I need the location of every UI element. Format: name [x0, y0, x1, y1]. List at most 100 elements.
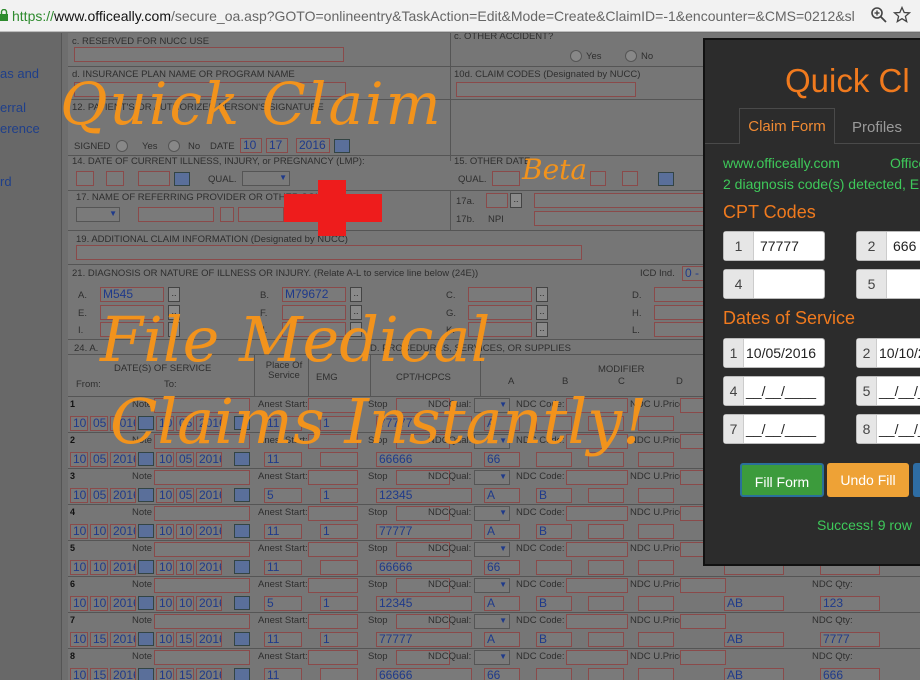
from-day[interactable]: 10	[90, 524, 108, 539]
anest-start-input[interactable]	[308, 506, 358, 521]
modifier-c-input[interactable]	[588, 524, 624, 539]
calendar-icon[interactable]	[234, 632, 250, 646]
box17-mi[interactable]	[220, 207, 234, 222]
to-day[interactable]: 05	[176, 488, 194, 503]
sidebar-link-3[interactable]: erence	[0, 121, 40, 136]
ndc-qual-select[interactable]	[474, 650, 510, 665]
note-input[interactable]	[154, 650, 250, 665]
box15-qual[interactable]	[492, 171, 520, 186]
from-day[interactable]: 15	[90, 632, 108, 647]
box17a-id[interactable]	[534, 193, 704, 208]
date-field-1[interactable]: 1 10/05/2016	[723, 338, 825, 368]
bookmark-star-icon[interactable]	[893, 6, 911, 24]
from-month[interactable]: 10	[70, 524, 88, 539]
url-text[interactable]: https://www.officeally.com/secure_oa.asp…	[12, 8, 864, 24]
cpt-field-4[interactable]: 4	[723, 269, 825, 299]
charges-input[interactable]: 666	[820, 668, 880, 680]
from-month[interactable]: 10	[70, 632, 88, 647]
to-month[interactable]: 10	[156, 560, 174, 575]
date-field-8[interactable]: 8 __/__/__	[856, 414, 920, 444]
to-month[interactable]: 10	[156, 632, 174, 647]
box15-day[interactable]	[622, 171, 638, 186]
to-year[interactable]: 2016	[196, 488, 222, 503]
from-month[interactable]: 10	[70, 452, 88, 467]
ndc-qual-select[interactable]	[474, 578, 510, 593]
box15-month[interactable]	[590, 171, 606, 186]
from-year[interactable]: 2016	[110, 560, 136, 575]
date-field-2[interactable]: 2 10/10/2	[856, 338, 920, 368]
box17b-npi[interactable]	[534, 211, 704, 226]
modifier-d-input[interactable]	[638, 524, 674, 539]
modifier-d-input[interactable]	[638, 560, 674, 575]
to-year[interactable]: 2016	[196, 668, 222, 680]
undo-fill-button[interactable]: Undo Fill	[827, 463, 909, 497]
lookup-button[interactable]: ..	[510, 193, 522, 208]
emg-input[interactable]: 1	[320, 524, 358, 539]
calendar-icon[interactable]	[138, 632, 154, 646]
to-month[interactable]: 10	[156, 668, 174, 680]
place-of-service-input[interactable]: 5	[264, 488, 302, 503]
cpt-code-input[interactable]: 77777	[376, 524, 472, 539]
sign-date-day[interactable]: 17	[266, 138, 288, 153]
to-day[interactable]: 15	[176, 632, 194, 647]
box14-month[interactable]	[76, 171, 94, 186]
anest-start-input[interactable]	[308, 578, 358, 593]
tab-claim-form[interactable]: Claim Form	[739, 108, 835, 144]
calendar-icon[interactable]	[234, 668, 250, 680]
from-year[interactable]: 2016	[110, 632, 136, 647]
box14-day[interactable]	[106, 171, 124, 186]
sidebar-link-4[interactable]: rd	[0, 174, 12, 189]
anest-start-input[interactable]	[308, 650, 358, 665]
modifier-c-input[interactable]	[588, 668, 624, 680]
modifier-c-input[interactable]	[588, 632, 624, 647]
modifier-b-input[interactable]	[536, 560, 572, 575]
place-of-service-input[interactable]: 11	[264, 668, 302, 680]
calendar-icon[interactable]	[334, 139, 350, 153]
from-day[interactable]: 05	[90, 452, 108, 467]
calendar-icon[interactable]	[138, 524, 154, 538]
to-month[interactable]: 10	[156, 524, 174, 539]
to-day[interactable]: 15	[176, 668, 194, 680]
cpt-code-input[interactable]: 66666	[376, 668, 472, 680]
diagnosis-lookup-button[interactable]: ..	[536, 287, 548, 302]
place-of-service-input[interactable]: 5	[264, 596, 302, 611]
to-year[interactable]: 2016	[196, 524, 222, 539]
diagnosis-lookup-button[interactable]: ..	[168, 287, 180, 302]
cpt-code-input[interactable]: 66666	[376, 560, 472, 575]
calendar-icon[interactable]	[234, 488, 250, 502]
ndc-code-input[interactable]	[566, 578, 628, 593]
box14-year[interactable]	[138, 171, 170, 186]
from-year[interactable]: 2016	[110, 668, 136, 680]
cpt-field-2[interactable]: 2 666	[856, 231, 920, 261]
signed-no-radio[interactable]	[168, 140, 180, 152]
accident-yes-radio[interactable]	[570, 50, 582, 62]
sign-date-month[interactable]: 10	[240, 138, 262, 153]
date-field-4[interactable]: 4 __/__/____	[723, 376, 825, 406]
from-year[interactable]: 2016	[110, 596, 136, 611]
modifier-d-input[interactable]	[638, 596, 674, 611]
box19-input[interactable]	[76, 245, 582, 260]
from-month[interactable]: 10	[70, 668, 88, 680]
from-month[interactable]: 10	[70, 488, 88, 503]
emg-input[interactable]: 1	[320, 632, 358, 647]
calendar-icon[interactable]	[138, 560, 154, 574]
ndc-code-input[interactable]	[566, 506, 628, 521]
modifier-d-input[interactable]	[638, 632, 674, 647]
ndc-price-input[interactable]	[680, 614, 726, 629]
from-year[interactable]: 2016	[110, 488, 136, 503]
ndc-code-input[interactable]	[566, 470, 628, 485]
pointer-input[interactable]: AB	[724, 632, 784, 647]
modifier-b-input[interactable]: B	[536, 596, 572, 611]
modifier-a-input[interactable]: 66	[484, 668, 520, 680]
from-month[interactable]: 10	[70, 596, 88, 611]
box17-name[interactable]	[138, 207, 214, 222]
from-month[interactable]: 10	[70, 560, 88, 575]
modifier-b-input[interactable]	[536, 668, 572, 680]
date-field-5[interactable]: 5 __/__/__	[856, 376, 920, 406]
diagnosis-code-input[interactable]	[468, 287, 532, 302]
cpt-field-1[interactable]: 1 77777	[723, 231, 825, 261]
from-day[interactable]: 15	[90, 668, 108, 680]
note-input[interactable]	[154, 470, 250, 485]
anest-start-input[interactable]	[308, 614, 358, 629]
signed-yes-radio[interactable]	[116, 140, 128, 152]
